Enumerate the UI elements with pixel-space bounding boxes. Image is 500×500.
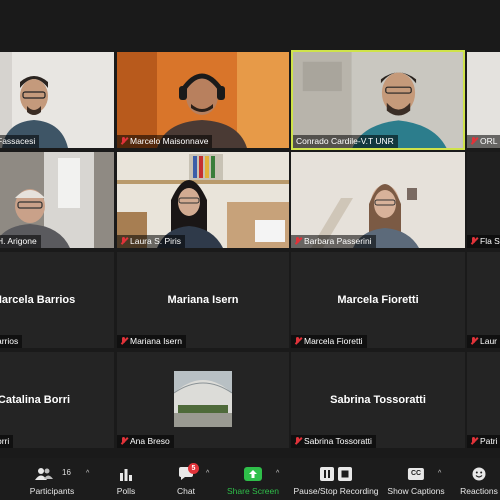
muted-mic-icon (470, 137, 477, 146)
video-tile-patri[interactable]: Patri (467, 352, 500, 448)
participant-video (467, 52, 500, 148)
muted-mic-icon (294, 337, 301, 346)
video-tile-marcelo-maisonnave[interactable]: Marcelo Maisonnave (117, 52, 289, 148)
closed-captions-icon: CC (407, 468, 425, 480)
video-tile-barbara-passerini[interactable]: Barbara Passerini (291, 152, 465, 248)
participant-name-label: H. Arigone (0, 235, 41, 248)
participant-name-label: Marcelo Maisonnave (117, 135, 213, 148)
pause-stop-recording-button[interactable]: Pause/Stop Recording (292, 458, 380, 500)
muted-mic-icon (470, 437, 477, 446)
participant-name-label: arrios (0, 335, 23, 348)
participant-name-label: Patri (467, 435, 500, 448)
video-tile-mariana-isern[interactable]: Mariana Isern Mariana Isern (117, 252, 289, 348)
share-screen-label: Share Screen (227, 486, 279, 496)
participant-name-label: Conrado Cardile-V.T UNR (293, 135, 398, 148)
polls-button[interactable]: Polls (106, 458, 146, 500)
video-tile-marcela-fioretti[interactable]: Marcela Fioretti Marcela Fioretti (291, 252, 465, 348)
video-tile-ana-breso[interactable]: Ana Breso (117, 352, 289, 448)
video-tile-fassacesi[interactable]: Fassacesi (0, 52, 114, 148)
participant-video (117, 52, 289, 148)
video-tile-fla-s[interactable]: Fla S (467, 152, 500, 248)
video-tile-laur[interactable]: Laur (467, 252, 500, 348)
participant-avatar-photo (174, 371, 232, 427)
participant-name-label: Laur (467, 335, 500, 348)
chat-button[interactable]: 5 Chat (166, 458, 206, 500)
participant-name-label: Marcela Fioretti (291, 335, 367, 348)
chat-label: Chat (177, 486, 195, 496)
participants-count: 16 (62, 468, 71, 477)
participant-name-label: Sabrina Tossoratti (291, 435, 376, 448)
video-tile-marcela-barrios[interactable]: Marcela Barrios arrios (0, 252, 114, 348)
participant-name-label: Barbara Passerini (291, 235, 376, 248)
recording-controls-icon (320, 467, 352, 481)
muted-mic-icon (470, 337, 477, 346)
video-tile-sabrina-tossoratti[interactable]: Sabrina Tossoratti Sabrina Tossoratti (291, 352, 465, 448)
show-captions-button[interactable]: CC Show Captions (386, 458, 446, 500)
participants-label: Participants (29, 486, 75, 496)
muted-mic-icon (120, 437, 127, 446)
participants-button[interactable]: 16 Participants (24, 458, 80, 500)
video-tile-laura-piris[interactable]: Laura S. Piris (117, 152, 289, 248)
muted-mic-icon (120, 137, 127, 146)
participant-name-label: Fassacesi (0, 135, 40, 148)
muted-mic-icon (294, 437, 301, 446)
muted-mic-icon (294, 237, 301, 246)
participant-video (467, 152, 500, 248)
participant-display-name: Catalina Borri (0, 394, 71, 407)
participant-name-label: Mariana Isern (117, 335, 186, 348)
participant-video (0, 152, 114, 248)
share-screen-icon (244, 467, 262, 481)
chat-options-caret[interactable]: ^ (206, 470, 209, 477)
participant-display-name: Marcela Barrios (0, 294, 76, 307)
participant-name-label: Laura S. Piris (117, 235, 186, 248)
video-tile-catalina-borri[interactable]: Catalina Borri orri (0, 352, 114, 448)
reactions-smiley-icon (472, 467, 486, 481)
video-tile-h-arigone[interactable]: H. Arigone (0, 152, 114, 248)
show-captions-label: Show Captions (387, 486, 445, 496)
reactions-label: Reactions (460, 486, 498, 496)
participant-display-name: Marcela Fioretti (337, 294, 419, 307)
muted-mic-icon (120, 337, 127, 346)
participant-video (117, 152, 289, 248)
reactions-button[interactable]: Reactions (456, 458, 500, 500)
share-screen-button[interactable]: Share Screen (226, 458, 280, 500)
participants-icon (35, 468, 53, 480)
participants-options-caret[interactable]: ^ (86, 470, 89, 477)
share-screen-options-caret[interactable]: ^ (276, 470, 279, 477)
muted-mic-icon (470, 237, 477, 246)
participant-name-label: Fla S (467, 235, 500, 248)
participant-name-label: orri (0, 435, 14, 448)
video-tile-conrado-cardile[interactable]: Conrado Cardile-V.T UNR (291, 50, 465, 150)
polls-label: Polls (116, 486, 136, 496)
polls-icon (120, 469, 132, 481)
participant-name-label: Ana Breso (117, 435, 174, 448)
muted-mic-icon (120, 237, 127, 246)
video-grid: Fassacesi Marcelo Maisonnave Conrado Car… (0, 0, 500, 458)
meeting-toolbar: 16 Participants ^ Polls 5 Chat ^ Share S… (0, 458, 500, 500)
captions-options-caret[interactable]: ^ (438, 470, 441, 477)
participant-video (0, 52, 114, 148)
video-tile-orl[interactable]: ORL (467, 52, 500, 148)
participant-display-name: Sabrina Tossoratti (330, 394, 426, 407)
participant-display-name: Mariana Isern (167, 294, 239, 307)
participant-name-label: ORL (467, 135, 500, 148)
chat-unread-badge: 5 (188, 463, 199, 474)
pause-stop-recording-label: Pause/Stop Recording (293, 486, 379, 496)
participant-video (291, 152, 465, 248)
